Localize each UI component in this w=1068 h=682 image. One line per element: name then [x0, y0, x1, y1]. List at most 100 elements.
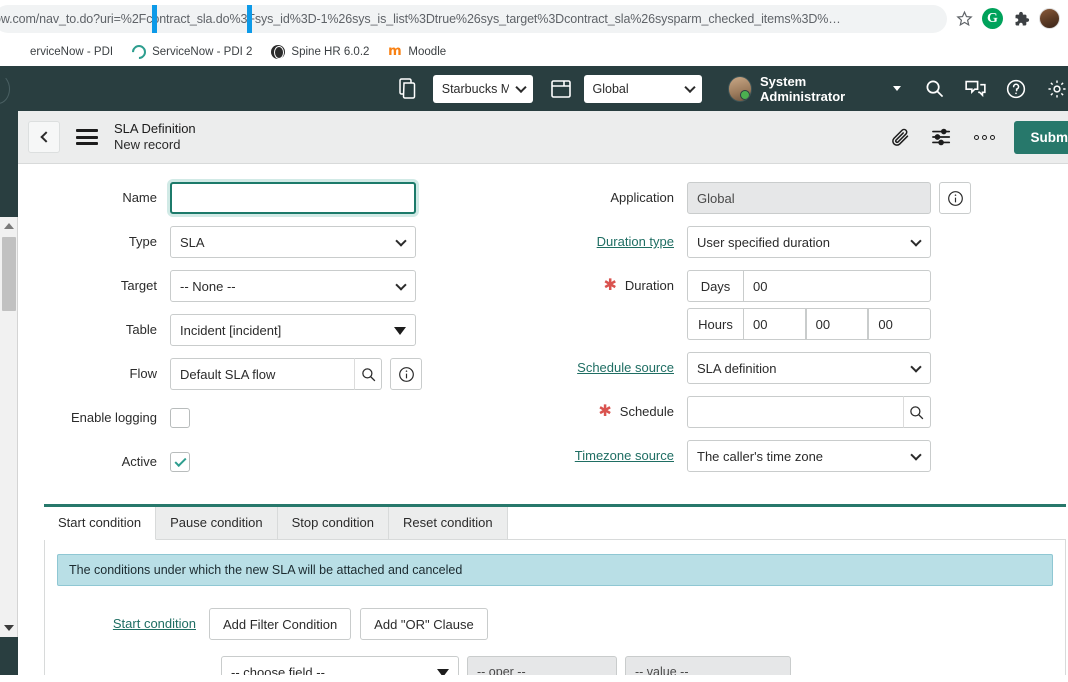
duration-seconds-input[interactable]	[868, 308, 932, 340]
help-icon[interactable]	[1005, 78, 1027, 100]
bookmark-label: Moodle	[408, 45, 447, 58]
user-menu[interactable]: System Administrator	[727, 73, 901, 104]
tab-bar-filler	[507, 507, 1066, 540]
field-label-type: Type	[128, 234, 157, 249]
duration-type-select[interactable]: User specified duration	[687, 226, 931, 258]
sliders-icon[interactable]	[930, 125, 954, 149]
chevron-left-icon	[39, 131, 52, 143]
field-label-schedule: ✱ Schedule	[535, 396, 687, 428]
scrollbar-thumb[interactable]	[2, 237, 16, 311]
hamburger-icon[interactable]	[76, 129, 98, 145]
field-label-schedule-source[interactable]: Schedule source	[535, 352, 687, 384]
grammarly-icon[interactable]: G	[982, 8, 1003, 29]
bookmark-label: ServiceNow - PDI 2	[152, 45, 253, 58]
application-input	[687, 182, 931, 214]
content-column: SLA Definition New record Subm Name Type…	[18, 111, 1068, 675]
field-row-duration-hours: Hours	[535, 308, 1052, 340]
field-row-target: Target -- None --	[18, 270, 535, 302]
flow-lookup-magnifier-icon[interactable]	[354, 358, 382, 390]
start-condition-link-label[interactable]: Start condition	[57, 608, 209, 640]
schedule-source-select[interactable]: SLA definition	[687, 352, 931, 384]
field-row-flow: Flow	[18, 358, 535, 390]
servicenow-banner: Starbucks M Global System Administrator	[0, 66, 1068, 111]
start-condition-row: Start condition Add Filter Condition Add…	[57, 608, 1053, 640]
timezone-source-select[interactable]: The caller's time zone	[687, 440, 931, 472]
field-label-duration-type[interactable]: Duration type	[535, 226, 687, 258]
type-select[interactable]: SLA	[170, 226, 416, 258]
submit-button[interactable]: Subm	[1014, 120, 1068, 154]
bookmark-item-spine-hr[interactable]: Spine HR 6.0.2	[261, 42, 378, 61]
application-info-icon[interactable]	[939, 182, 971, 214]
chevron-down-icon	[893, 86, 901, 91]
active-checkbox[interactable]	[170, 452, 190, 472]
add-filter-condition-button[interactable]: Add Filter Condition	[209, 608, 352, 640]
back-button[interactable]	[28, 121, 60, 153]
field-label-application: Application	[610, 190, 674, 205]
tab-bar: Start condition Pause condition Stop con…	[44, 507, 1066, 540]
field-row-schedule-source: Schedule source SLA definition	[535, 352, 1052, 384]
copy-icon[interactable]	[398, 77, 419, 100]
moodle-icon: m	[388, 44, 402, 59]
target-select[interactable]: -- None --	[170, 270, 416, 302]
enable-logging-checkbox[interactable]	[170, 408, 190, 428]
more-options-icon[interactable]	[972, 125, 996, 149]
field-label-table: Table	[125, 322, 157, 337]
user-name-label: System Administrator	[759, 73, 846, 104]
extensions-puzzle-icon[interactable]	[1012, 10, 1030, 28]
tab-pause-condition[interactable]: Pause condition	[156, 507, 278, 540]
required-asterisk-icon: ✱	[603, 277, 617, 294]
tab-stop-condition[interactable]: Stop condition	[277, 507, 390, 540]
address-bar-url: ow.com/nav_to.do?uri=%2Fcontract_sla.do%…	[0, 11, 841, 26]
tab-reset-condition[interactable]: Reset condition	[389, 507, 508, 540]
form-area: Name Type SLA Target -- None -- Table In…	[18, 164, 1068, 675]
conversations-icon[interactable]	[964, 78, 986, 100]
decorative-circle	[0, 74, 10, 104]
field-row-timezone-source: Timezone source The caller's time zone	[535, 440, 1052, 472]
field-row-type: Type SLA	[18, 226, 535, 258]
choose-field-select[interactable]: -- choose field --	[221, 656, 459, 675]
paperclip-icon[interactable]	[888, 125, 912, 149]
omnibar-row: ow.com/nav_to.do?uri=%2Fcontract_sla.do%…	[0, 0, 1068, 37]
scroll-up-arrow-icon[interactable]	[3, 223, 14, 229]
application-scope-picker[interactable]: Starbucks M	[432, 74, 533, 103]
add-or-clause-button[interactable]: Add "OR" Clause	[360, 608, 488, 640]
left-scrollbar[interactable]	[0, 217, 18, 637]
duration-days-input[interactable]	[743, 270, 931, 302]
field-label-timezone-source[interactable]: Timezone source	[535, 440, 687, 472]
bookmarks-bar: erviceNow - PDI ServiceNow - PDI 2 Spine…	[0, 37, 1068, 66]
duration-hours-input[interactable]	[743, 308, 806, 340]
window-icon[interactable]	[551, 78, 572, 100]
servicenow-icon	[9, 44, 24, 59]
application-scope-select[interactable]: Starbucks M	[432, 74, 533, 103]
gear-icon[interactable]	[1046, 78, 1068, 100]
duration-minutes-input[interactable]	[805, 308, 869, 340]
bookmark-item-moodle[interactable]: m Moodle	[378, 42, 455, 61]
field-label-enable-logging: Enable logging	[70, 410, 157, 425]
search-icon[interactable]	[923, 78, 945, 100]
name-input[interactable]	[170, 182, 416, 214]
bookmark-star-icon[interactable]	[953, 8, 975, 30]
schedule-lookup-magnifier-icon[interactable]	[902, 396, 931, 428]
address-bar[interactable]: ow.com/nav_to.do?uri=%2Fcontract_sla.do%…	[0, 4, 947, 33]
browser-chrome: ow.com/nav_to.do?uri=%2Fcontract_sla.do%…	[0, 0, 1068, 66]
page-body: SLA Definition New record Subm Name Type…	[0, 111, 1068, 675]
bookmark-item-servicenow-pdi[interactable]: erviceNow - PDI	[0, 42, 122, 61]
checkmark-icon	[173, 454, 187, 467]
tab-start-condition[interactable]: Start condition	[44, 507, 157, 540]
table-select[interactable]: Incident [incident]	[170, 314, 416, 346]
form-header-actions: Subm	[888, 120, 1068, 154]
domain-select[interactable]: Global	[583, 74, 702, 103]
field-row-table: Table Incident [incident]	[18, 314, 535, 346]
filter-value-field[interactable]: -- value --	[625, 656, 791, 675]
scroll-down-arrow-icon[interactable]	[3, 625, 14, 631]
schedule-input[interactable]	[687, 396, 903, 428]
bookmark-item-servicenow-pdi-2[interactable]: ServiceNow - PDI 2	[122, 41, 261, 62]
flow-input[interactable]	[170, 358, 355, 390]
field-row-duration: ✱ Duration Days	[535, 270, 1052, 302]
filter-operator-field[interactable]: -- oper --	[467, 656, 617, 675]
form-grid: Name Type SLA Target -- None -- Table In…	[18, 182, 1068, 490]
flow-info-icon[interactable]	[390, 358, 422, 390]
domain-picker[interactable]: Global	[583, 74, 702, 103]
browser-profile-avatar[interactable]	[1039, 8, 1060, 29]
schedule-label-text: Schedule	[619, 404, 674, 419]
